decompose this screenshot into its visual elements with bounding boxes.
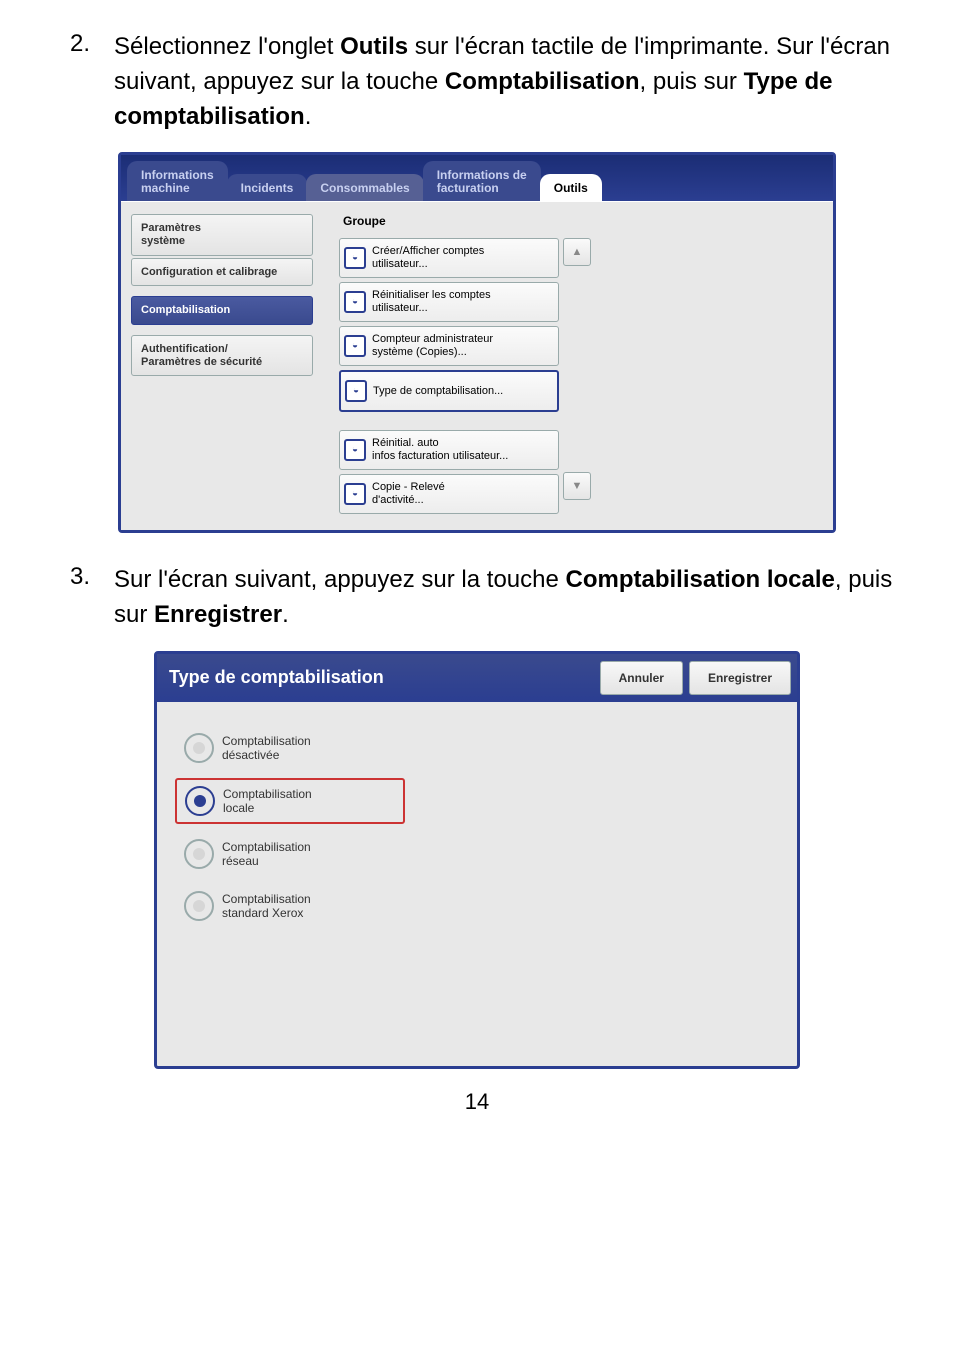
option-xerox[interactable]: Comptabilisation standard Xerox (175, 884, 403, 928)
radio-icon (184, 733, 214, 763)
item-reset-accounts[interactable]: ◒ Réinitialiser les comptes utilisateur.… (339, 282, 559, 322)
item-auto-reset[interactable]: ◒ Réinitial. auto infos facturation util… (339, 430, 559, 470)
item-list: ◒ Créer/Afficher comptes utilisateur... … (339, 238, 559, 514)
step2-text: Sélectionnez l'onglet Outils sur l'écran… (114, 30, 894, 134)
cancel-button[interactable]: Annuler (600, 661, 683, 695)
group-label: Groupe (343, 214, 817, 228)
radio-icon (184, 839, 214, 869)
tab-incidents[interactable]: Incidents (227, 174, 308, 201)
sidebar-accounting[interactable]: Comptabilisation (131, 296, 313, 325)
sidebar-system-params[interactable]: Paramètres système (131, 214, 313, 255)
step3-number: 3. (60, 563, 90, 633)
settings-icon: ◒ (344, 439, 366, 461)
tab-billing-info[interactable]: Informations de facturation (423, 161, 541, 201)
tools-panel: Informations machine Incidents Consommab… (118, 152, 836, 533)
sidebar-config[interactable]: Configuration et calibrage (131, 258, 313, 287)
scroll-up-icon[interactable]: ▲ (563, 238, 591, 266)
settings-icon: ◒ (344, 291, 366, 313)
settings-icon: ◒ (344, 335, 366, 357)
scroll-down-icon[interactable]: ▼ (563, 472, 591, 500)
item-create-accounts[interactable]: ◒ Créer/Afficher comptes utilisateur... (339, 238, 559, 278)
item-accounting-type[interactable]: ◒ Type de comptabilisation... (339, 370, 559, 412)
option-network[interactable]: Comptabilisation réseau (175, 832, 403, 876)
settings-icon: ◒ (345, 380, 367, 402)
settings-icon: ◒ (344, 483, 366, 505)
accounting-type-panel: Type de comptabilisation Annuler Enregis… (154, 651, 800, 1069)
radio-icon (185, 786, 215, 816)
item-activity-report[interactable]: ◒ Copie - Relevé d'activité... (339, 474, 559, 514)
settings-icon: ◒ (344, 247, 366, 269)
item-admin-counter[interactable]: ◒ Compteur administrateur système (Copie… (339, 326, 559, 366)
tab-bar: Informations machine Incidents Consommab… (121, 155, 833, 201)
tab-machine-info[interactable]: Informations machine (127, 161, 228, 201)
step3-text: Sur l'écran suivant, appuyez sur la touc… (114, 563, 894, 633)
tab-tools[interactable]: Outils (540, 174, 602, 201)
sidebar-auth[interactable]: Authentification/ Paramètres de sécurité (131, 335, 313, 376)
option-disabled[interactable]: Comptabilisation désactivée (175, 726, 403, 770)
panel-title: Type de comptabilisation (163, 667, 384, 688)
tab-consumables[interactable]: Consommables (306, 174, 423, 201)
page-number: 14 (60, 1089, 894, 1115)
option-local[interactable]: Comptabilisation locale (175, 778, 405, 824)
radio-icon (184, 891, 214, 921)
step2-number: 2. (60, 30, 90, 134)
save-button[interactable]: Enregistrer (689, 661, 791, 695)
sidebar: Paramètres système Configuration et cali… (121, 202, 323, 530)
